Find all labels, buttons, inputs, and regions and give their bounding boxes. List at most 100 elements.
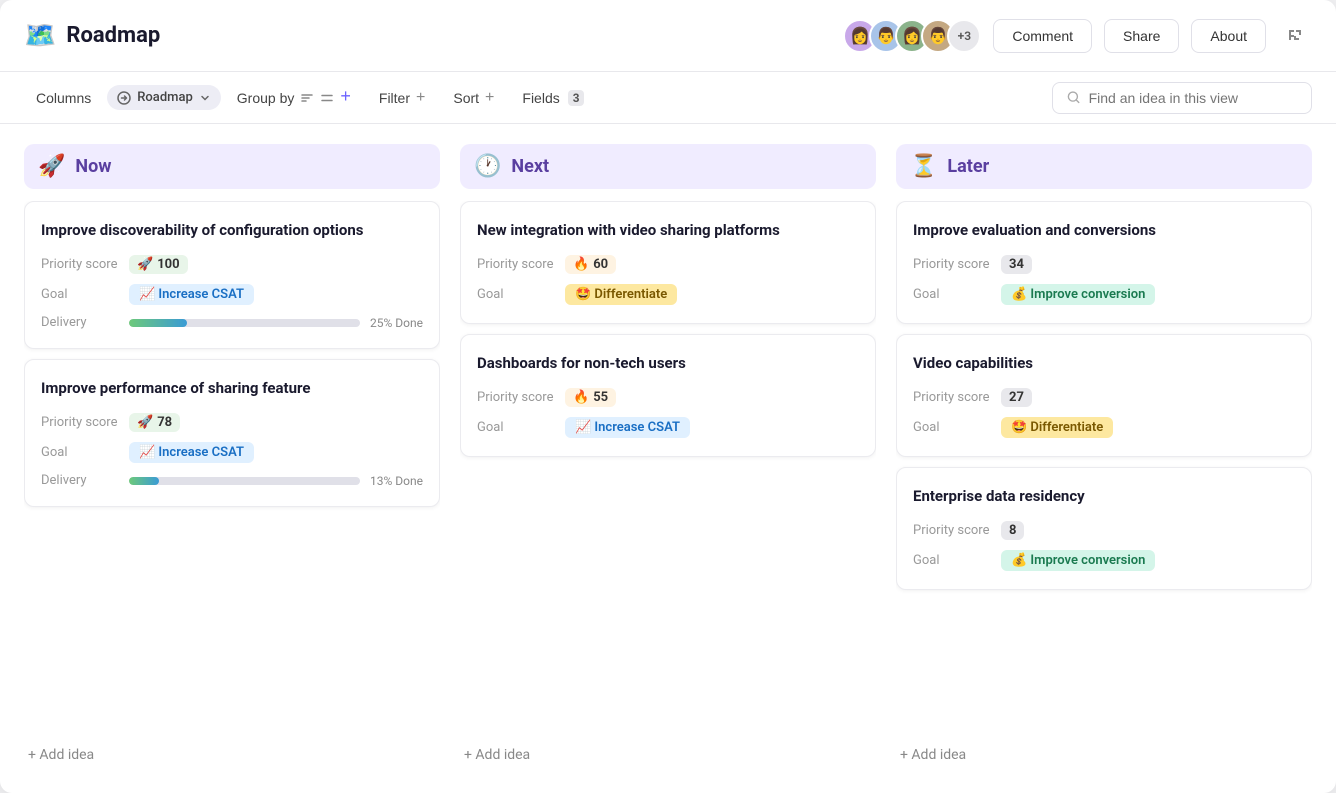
- columns-button[interactable]: Columns: [24, 84, 103, 112]
- goal-badge: 📈 Increase CSAT: [129, 442, 254, 463]
- delivery-pct: 25% Done: [370, 316, 423, 330]
- filter-button[interactable]: Filter +: [367, 83, 437, 113]
- priority-row: Priority score 34: [913, 255, 1295, 274]
- now-emoji: 🚀: [38, 154, 65, 179]
- score-badge: 🚀 78: [129, 413, 180, 432]
- card-title: Improve evaluation and conversions: [913, 220, 1295, 241]
- goal-badge: 🤩 Differentiate: [1001, 417, 1113, 438]
- table-row[interactable]: New integration with video sharing platf…: [460, 201, 876, 324]
- score-badge: 🔥 55: [565, 388, 616, 407]
- score-badge: 8: [1001, 521, 1024, 540]
- avatar-group: 👩 👨 👩 👨 +3: [843, 19, 981, 53]
- later-title: Later: [947, 156, 989, 177]
- next-title: Next: [511, 156, 549, 177]
- delivery-bar-fill: [129, 477, 159, 485]
- column-header-later: ⏳ Later: [896, 144, 1312, 189]
- card-title: Enterprise data residency: [913, 486, 1295, 507]
- delivery-bar-fill: [129, 319, 187, 327]
- priority-label: Priority score: [913, 523, 993, 538]
- now-title: Now: [75, 156, 111, 177]
- score-badge: 🚀 100: [129, 255, 188, 274]
- delivery-bar-bg: [129, 319, 360, 327]
- score-badge: 🔥 60: [565, 255, 616, 274]
- now-cards: Improve discoverability of configuration…: [24, 201, 440, 729]
- priority-row: Priority score 8: [913, 521, 1295, 540]
- table-row[interactable]: Improve evaluation and conversions Prior…: [896, 201, 1312, 324]
- column-now: 🚀 Now Improve discoverability of configu…: [24, 144, 450, 773]
- search-icon: [1067, 90, 1081, 105]
- delivery-bar-wrap: 13% Done: [129, 474, 423, 488]
- priority-row: Priority score 🔥 60: [477, 255, 859, 274]
- goal-row: Goal 💰 Improve conversion: [913, 550, 1295, 571]
- delivery-label: Delivery: [41, 473, 121, 488]
- group-by-button[interactable]: Group by +: [225, 82, 363, 113]
- score-badge: 27: [1001, 388, 1032, 407]
- add-idea-later[interactable]: + Add idea: [896, 737, 1312, 773]
- header: 🗺️ Roadmap 👩 👨 👩 👨 +3 Comment Share Abou…: [0, 0, 1336, 72]
- goal-badge: 💰 Improve conversion: [1001, 284, 1155, 305]
- fields-button[interactable]: Fields 3: [510, 84, 596, 112]
- delivery-row: Delivery 25% Done: [41, 315, 423, 330]
- delivery-pct: 13% Done: [370, 474, 423, 488]
- search-box[interactable]: [1052, 82, 1312, 114]
- goal-badge: 💰 Improve conversion: [1001, 550, 1155, 571]
- goal-badge: 📈 Increase CSAT: [129, 284, 254, 305]
- column-header-next: 🕐 Next: [460, 144, 876, 189]
- priority-label: Priority score: [477, 257, 557, 272]
- score-badge: 34: [1001, 255, 1032, 274]
- card-title: Improve discoverability of configuration…: [41, 220, 423, 241]
- next-emoji: 🕐: [474, 154, 501, 179]
- roadmap-chip-label: Roadmap: [137, 90, 193, 105]
- priority-label: Priority score: [41, 415, 121, 430]
- next-cards: New integration with video sharing platf…: [460, 201, 876, 729]
- fields-badge: 3: [568, 90, 585, 106]
- goal-row: Goal 🤩 Differentiate: [913, 417, 1295, 438]
- board: 🚀 Now Improve discoverability of configu…: [0, 124, 1336, 793]
- priority-label: Priority score: [41, 257, 121, 272]
- add-idea-now[interactable]: + Add idea: [24, 737, 440, 773]
- goal-badge: 📈 Increase CSAT: [565, 417, 690, 438]
- card-title: New integration with video sharing platf…: [477, 220, 859, 241]
- goal-row: Goal 📈 Increase CSAT: [41, 284, 423, 305]
- delivery-row: Delivery 13% Done: [41, 473, 423, 488]
- later-cards: Improve evaluation and conversions Prior…: [896, 201, 1312, 729]
- goal-label: Goal: [913, 553, 993, 568]
- add-idea-next[interactable]: + Add idea: [460, 737, 876, 773]
- app-window: 🗺️ Roadmap 👩 👨 👩 👨 +3 Comment Share Abou…: [0, 0, 1336, 793]
- delivery-label: Delivery: [41, 315, 121, 330]
- app-title: 🗺️ Roadmap: [24, 21, 843, 51]
- delivery-bar-bg: [129, 477, 360, 485]
- table-row[interactable]: Video capabilities Priority score 27 Goa…: [896, 334, 1312, 457]
- column-later: ⏳ Later Improve evaluation and conversio…: [886, 144, 1312, 773]
- goal-row: Goal 📈 Increase CSAT: [477, 417, 859, 438]
- goal-label: Goal: [41, 287, 121, 302]
- priority-row: Priority score 🔥 55: [477, 388, 859, 407]
- priority-label: Priority score: [913, 390, 993, 405]
- table-row[interactable]: Enterprise data residency Priority score…: [896, 467, 1312, 590]
- priority-label: Priority score: [477, 390, 557, 405]
- app-title-emoji: 🗺️: [24, 21, 56, 51]
- column-next: 🕐 Next New integration with video sharin…: [450, 144, 886, 773]
- goal-label: Goal: [913, 420, 993, 435]
- later-emoji: ⏳: [910, 154, 937, 179]
- priority-row: Priority score 27: [913, 388, 1295, 407]
- roadmap-chip[interactable]: Roadmap: [107, 85, 221, 110]
- search-input[interactable]: [1089, 90, 1297, 106]
- header-right: 👩 👨 👩 👨 +3 Comment Share About: [843, 19, 1312, 53]
- table-row[interactable]: Improve performance of sharing feature P…: [24, 359, 440, 507]
- goal-label: Goal: [477, 287, 557, 302]
- comment-button[interactable]: Comment: [993, 19, 1092, 53]
- sort-button[interactable]: Sort +: [441, 83, 506, 113]
- about-button[interactable]: About: [1191, 19, 1266, 53]
- delivery-bar-wrap: 25% Done: [129, 316, 423, 330]
- goal-label: Goal: [913, 287, 993, 302]
- share-button[interactable]: Share: [1104, 19, 1179, 53]
- table-row[interactable]: Improve discoverability of configuration…: [24, 201, 440, 349]
- priority-label: Priority score: [913, 257, 993, 272]
- expand-button[interactable]: [1278, 19, 1312, 53]
- table-row[interactable]: Dashboards for non-tech users Priority s…: [460, 334, 876, 457]
- goal-label: Goal: [477, 420, 557, 435]
- priority-row: Priority score 🚀 100: [41, 255, 423, 274]
- avatar-more[interactable]: +3: [947, 19, 981, 53]
- card-title: Dashboards for non-tech users: [477, 353, 859, 374]
